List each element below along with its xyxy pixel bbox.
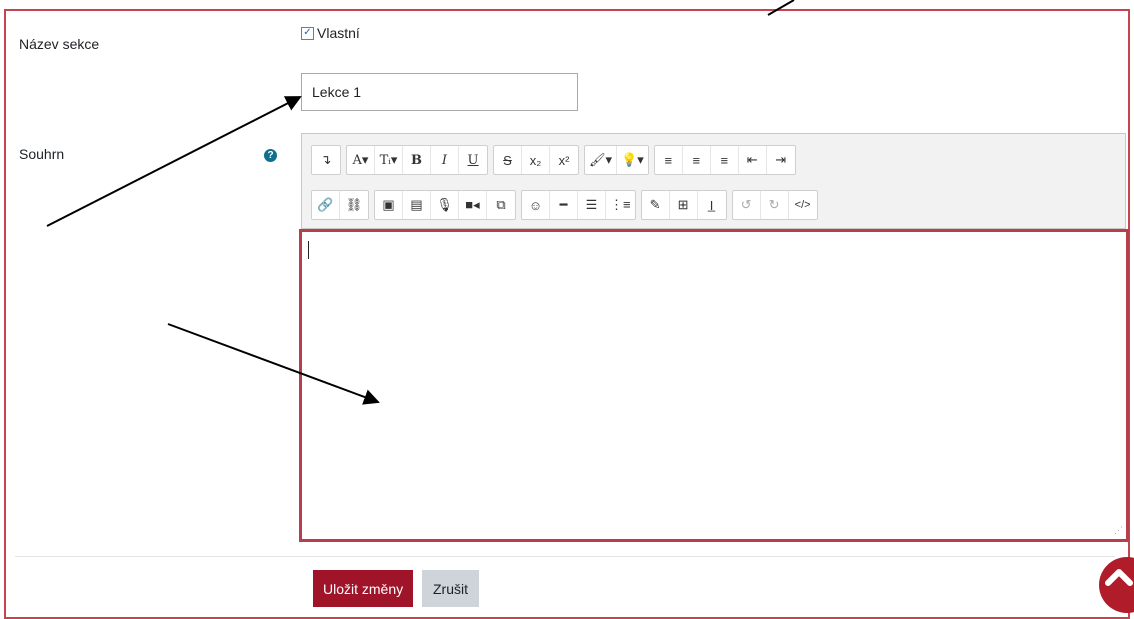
arrow-to-editor xyxy=(167,323,380,405)
arrow-to-name-input xyxy=(46,96,302,227)
annotation-arrows xyxy=(46,0,795,405)
arrow-top-fragment xyxy=(767,0,795,16)
